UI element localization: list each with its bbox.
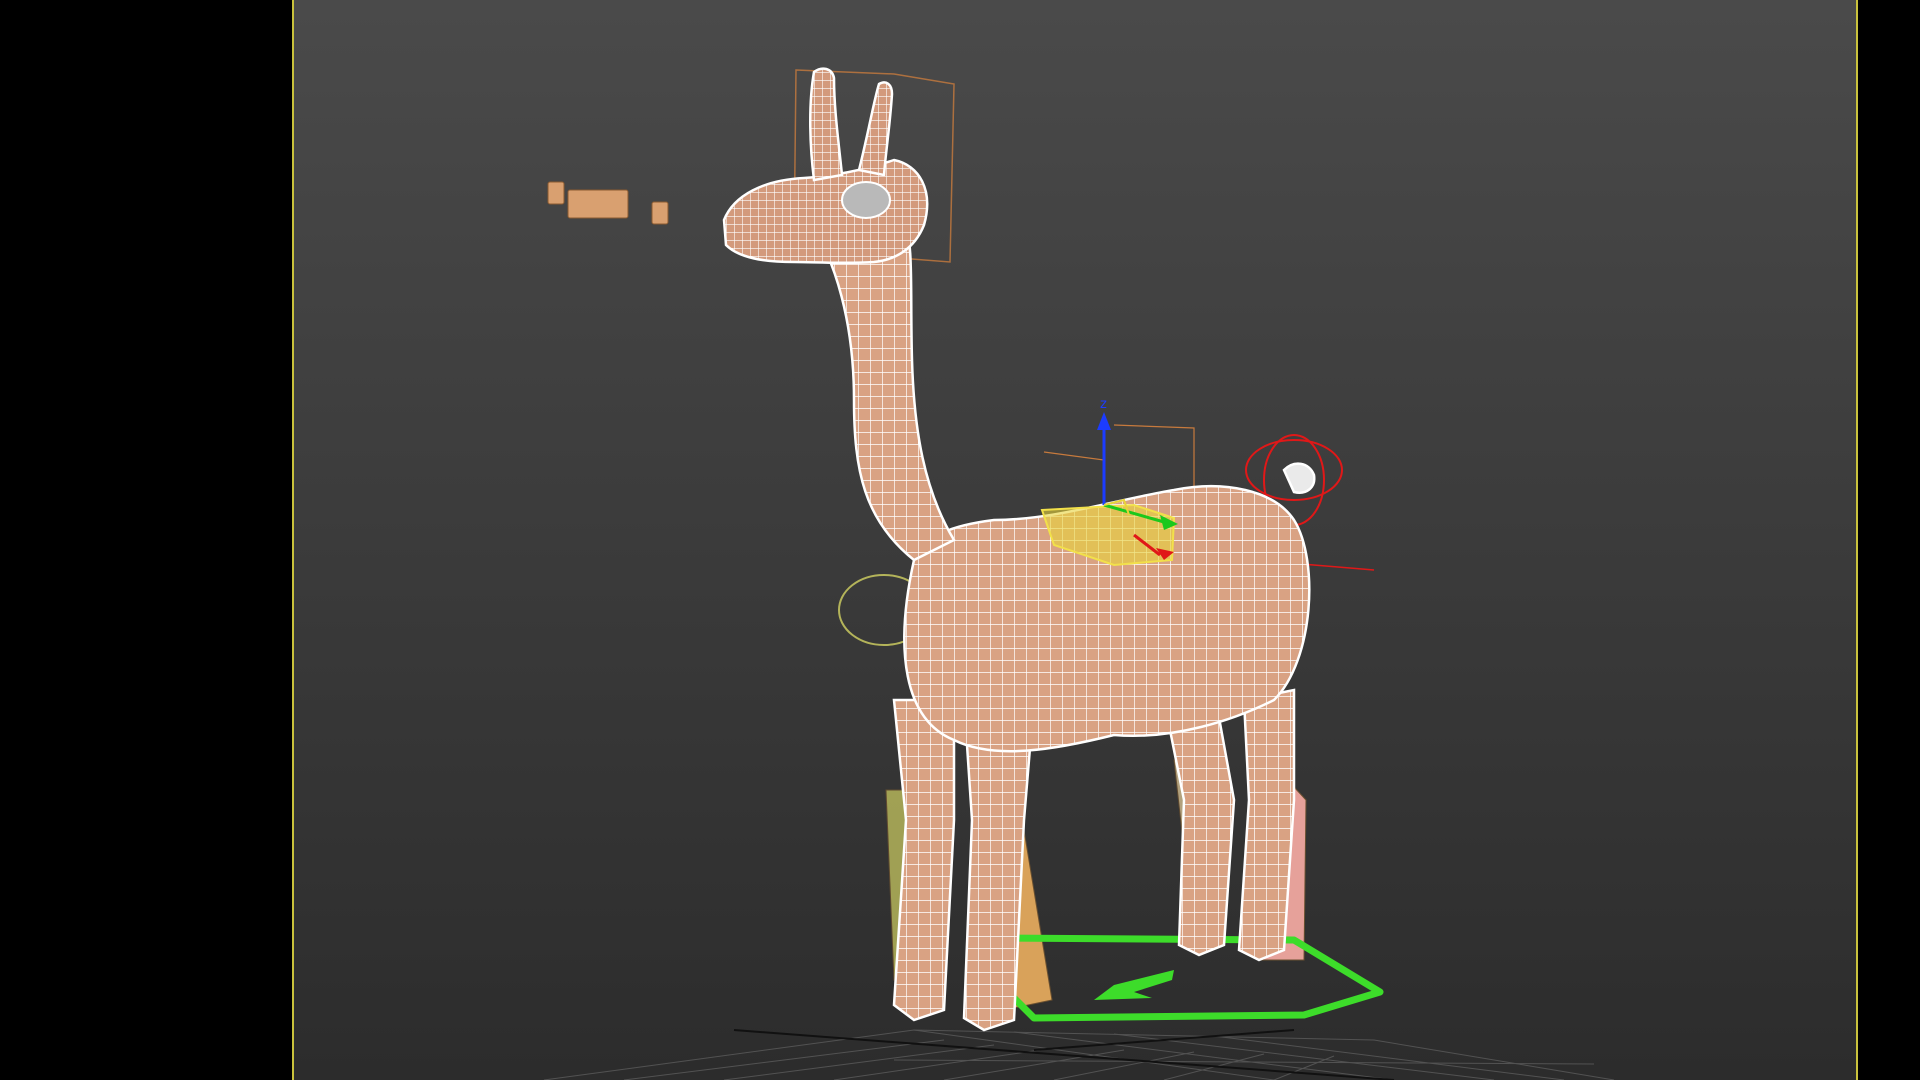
left-letterbox xyxy=(0,0,292,1080)
llama-eye xyxy=(841,181,891,219)
app-window: z xyxy=(0,0,1920,1080)
viewport-scene[interactable]: z xyxy=(294,0,1856,1080)
gizmo-z-label: z xyxy=(1100,397,1107,412)
right-letterbox xyxy=(1858,0,1920,1080)
perspective-viewport[interactable]: z xyxy=(292,0,1858,1080)
